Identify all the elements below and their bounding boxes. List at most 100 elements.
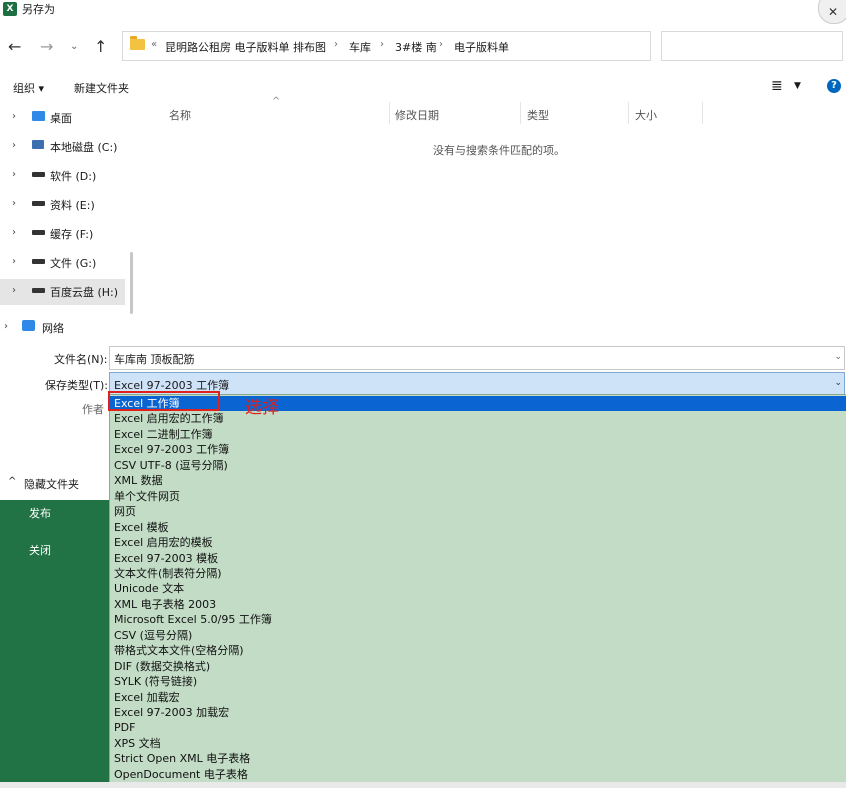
- empty-results-message: 没有与搜索条件匹配的项。: [433, 144, 565, 157]
- navigation-pane: › 桌面 › 本地磁盘 (C:) › 软件 (D:) › 资料 (E:) › 缓…: [0, 102, 135, 340]
- organize-menu[interactable]: 组织 ▾: [13, 80, 44, 96]
- save-type-option[interactable]: 带格式文本文件(空格分隔): [114, 643, 244, 658]
- column-divider[interactable]: [628, 102, 629, 124]
- file-list[interactable]: [137, 102, 846, 340]
- nav-item-drive-c[interactable]: › 本地磁盘 (C:): [0, 134, 125, 160]
- drive-icon: [32, 288, 45, 293]
- save-type-option[interactable]: Excel 启用宏的工作簿: [114, 411, 224, 426]
- nav-item-label: 文件 (G:): [50, 257, 97, 270]
- expand-chevron-icon[interactable]: ›: [12, 140, 16, 151]
- nav-item-drive-f[interactable]: › 缓存 (F:): [0, 221, 125, 247]
- backstage-publish[interactable]: 发布: [29, 505, 51, 521]
- annotation-highlight-box: [108, 391, 220, 411]
- filename-value[interactable]: 车库南 顶板配筋: [114, 351, 195, 367]
- save-type-option[interactable]: XML 电子表格 2003: [114, 597, 216, 612]
- save-type-option[interactable]: XPS 文档: [114, 736, 161, 751]
- save-type-option[interactable]: Excel 97-2003 模板: [114, 551, 218, 566]
- save-type-option[interactable]: Microsoft Excel 5.0/95 工作簿: [114, 612, 272, 627]
- forward-arrow-icon[interactable]: →: [40, 37, 53, 56]
- nav-item-drive-g[interactable]: › 文件 (G:): [0, 250, 125, 276]
- window-title: 另存为: [22, 3, 55, 16]
- save-type-option[interactable]: SYLK (符号链接): [114, 674, 197, 689]
- breadcrumb-separator[interactable]: ›: [439, 39, 443, 50]
- save-type-option[interactable]: Unicode 文本: [114, 581, 184, 596]
- nav-item-drive-d[interactable]: › 软件 (D:): [0, 163, 125, 189]
- backstage-close[interactable]: 关闭: [29, 542, 51, 558]
- sort-ascending-icon: ^: [272, 96, 281, 107]
- address-bar[interactable]: « 昆明路公租房 电子版料单 排布图 › 车库 › 3#楼 南 › 电子版料单: [122, 31, 651, 61]
- search-input[interactable]: [661, 31, 843, 61]
- expand-chevron-icon[interactable]: ›: [12, 111, 16, 122]
- expand-chevron-icon[interactable]: ›: [12, 285, 16, 296]
- expand-chevron-icon[interactable]: ›: [12, 256, 16, 267]
- breadcrumb-item[interactable]: 3#楼 南: [395, 39, 437, 55]
- nav-item-drive-h[interactable]: › 百度云盘 (H:): [0, 279, 125, 305]
- save-type-option[interactable]: OpenDocument 电子表格: [114, 767, 248, 782]
- save-type-option[interactable]: CSV UTF-8 (逗号分隔): [114, 458, 228, 473]
- save-type-option[interactable]: Excel 模板: [114, 520, 169, 535]
- column-header-date[interactable]: 修改日期: [395, 107, 439, 123]
- column-header-size[interactable]: 大小: [635, 107, 657, 123]
- column-divider[interactable]: [520, 102, 521, 124]
- save-type-option[interactable]: XML 数据: [114, 473, 163, 488]
- save-type-option[interactable]: 文本文件(制表符分隔): [114, 566, 222, 581]
- nav-item-label: 桌面: [50, 112, 72, 125]
- save-type-option[interactable]: CSV (逗号分隔): [114, 628, 192, 643]
- bottom-edge: [0, 782, 846, 788]
- view-options-icon[interactable]: ≣: [771, 78, 783, 94]
- save-type-option[interactable]: Excel 97-2003 加载宏: [114, 705, 229, 720]
- expand-chevron-icon[interactable]: ›: [12, 169, 16, 180]
- nav-item-label: 缓存 (F:): [50, 228, 94, 241]
- back-arrow-icon[interactable]: ←: [8, 37, 21, 56]
- help-icon[interactable]: ?: [827, 79, 841, 93]
- save-type-option[interactable]: DIF (数据交换格式): [114, 659, 210, 674]
- expand-chevron-icon[interactable]: ›: [4, 321, 8, 332]
- view-dropdown-chevron-icon[interactable]: ▼: [794, 81, 801, 91]
- save-type-option[interactable]: Excel 启用宏的模板: [114, 535, 213, 550]
- save-type-option[interactable]: 网页: [114, 504, 136, 519]
- excel-backstage-pane: [0, 500, 110, 788]
- chevron-down-icon[interactable]: ⌄: [834, 378, 842, 388]
- chevron-up-icon[interactable]: ^: [8, 476, 16, 487]
- author-label: 作者: [82, 403, 104, 416]
- filename-label: 文件名(N):: [54, 353, 108, 366]
- save-type-option[interactable]: 单个文件网页: [114, 489, 180, 504]
- save-type-option[interactable]: Strict Open XML 电子表格: [114, 751, 250, 766]
- pc-drive-icon: [32, 140, 44, 149]
- column-divider[interactable]: [389, 102, 390, 124]
- network-icon: [22, 320, 35, 331]
- save-type-dropdown-list[interactable]: Excel 工作簿 Excel 启用宏的工作簿 Excel 二进制工作簿 Excel …: [109, 394, 846, 784]
- column-header-name[interactable]: 名称: [169, 107, 191, 123]
- filename-field[interactable]: 车库南 顶板配筋 ⌄: [109, 346, 845, 370]
- save-type-option[interactable]: Excel 二进制工作簿: [114, 427, 213, 442]
- drive-icon: [32, 259, 45, 264]
- up-arrow-icon[interactable]: ↑: [94, 37, 107, 56]
- breadcrumb-item[interactable]: 昆明路公租房 电子版料单 排布图: [165, 39, 326, 55]
- nav-item-network[interactable]: › 网络: [0, 315, 125, 341]
- drive-icon: [32, 172, 45, 177]
- nav-item-drive-e[interactable]: › 资料 (E:): [0, 192, 125, 218]
- column-divider[interactable]: [702, 102, 703, 124]
- recent-locations-chevron-icon[interactable]: ⌄: [70, 41, 78, 52]
- column-header-type[interactable]: 类型: [527, 107, 549, 123]
- save-type-option[interactable]: Excel 工作簿: [110, 396, 846, 411]
- chevron-down-icon[interactable]: ⌄: [834, 352, 842, 362]
- nav-item-label: 百度云盘 (H:): [50, 286, 119, 299]
- expand-chevron-icon[interactable]: ›: [12, 227, 16, 238]
- breadcrumb-separator[interactable]: ›: [334, 39, 338, 50]
- drive-icon: [32, 201, 45, 206]
- breadcrumb-separator[interactable]: ›: [380, 39, 384, 50]
- save-type-option[interactable]: Excel 加载宏: [114, 690, 180, 705]
- save-type-option[interactable]: Excel 97-2003 工作簿: [114, 442, 229, 457]
- nav-scrollbar[interactable]: [130, 252, 133, 314]
- new-folder-button[interactable]: 新建文件夹: [74, 80, 129, 96]
- breadcrumb-item[interactable]: 电子版料单: [454, 39, 509, 55]
- nav-item-label: 网络: [42, 322, 64, 335]
- breadcrumb-item[interactable]: 车库: [349, 39, 371, 55]
- expand-chevron-icon[interactable]: ›: [12, 198, 16, 209]
- title-bar: [0, 0, 846, 26]
- breadcrumb-overflow[interactable]: «: [151, 39, 157, 50]
- hide-folders-label[interactable]: 隐藏文件夹: [24, 476, 79, 492]
- save-type-option[interactable]: PDF: [114, 720, 135, 735]
- nav-item-desktop[interactable]: › 桌面: [0, 105, 125, 131]
